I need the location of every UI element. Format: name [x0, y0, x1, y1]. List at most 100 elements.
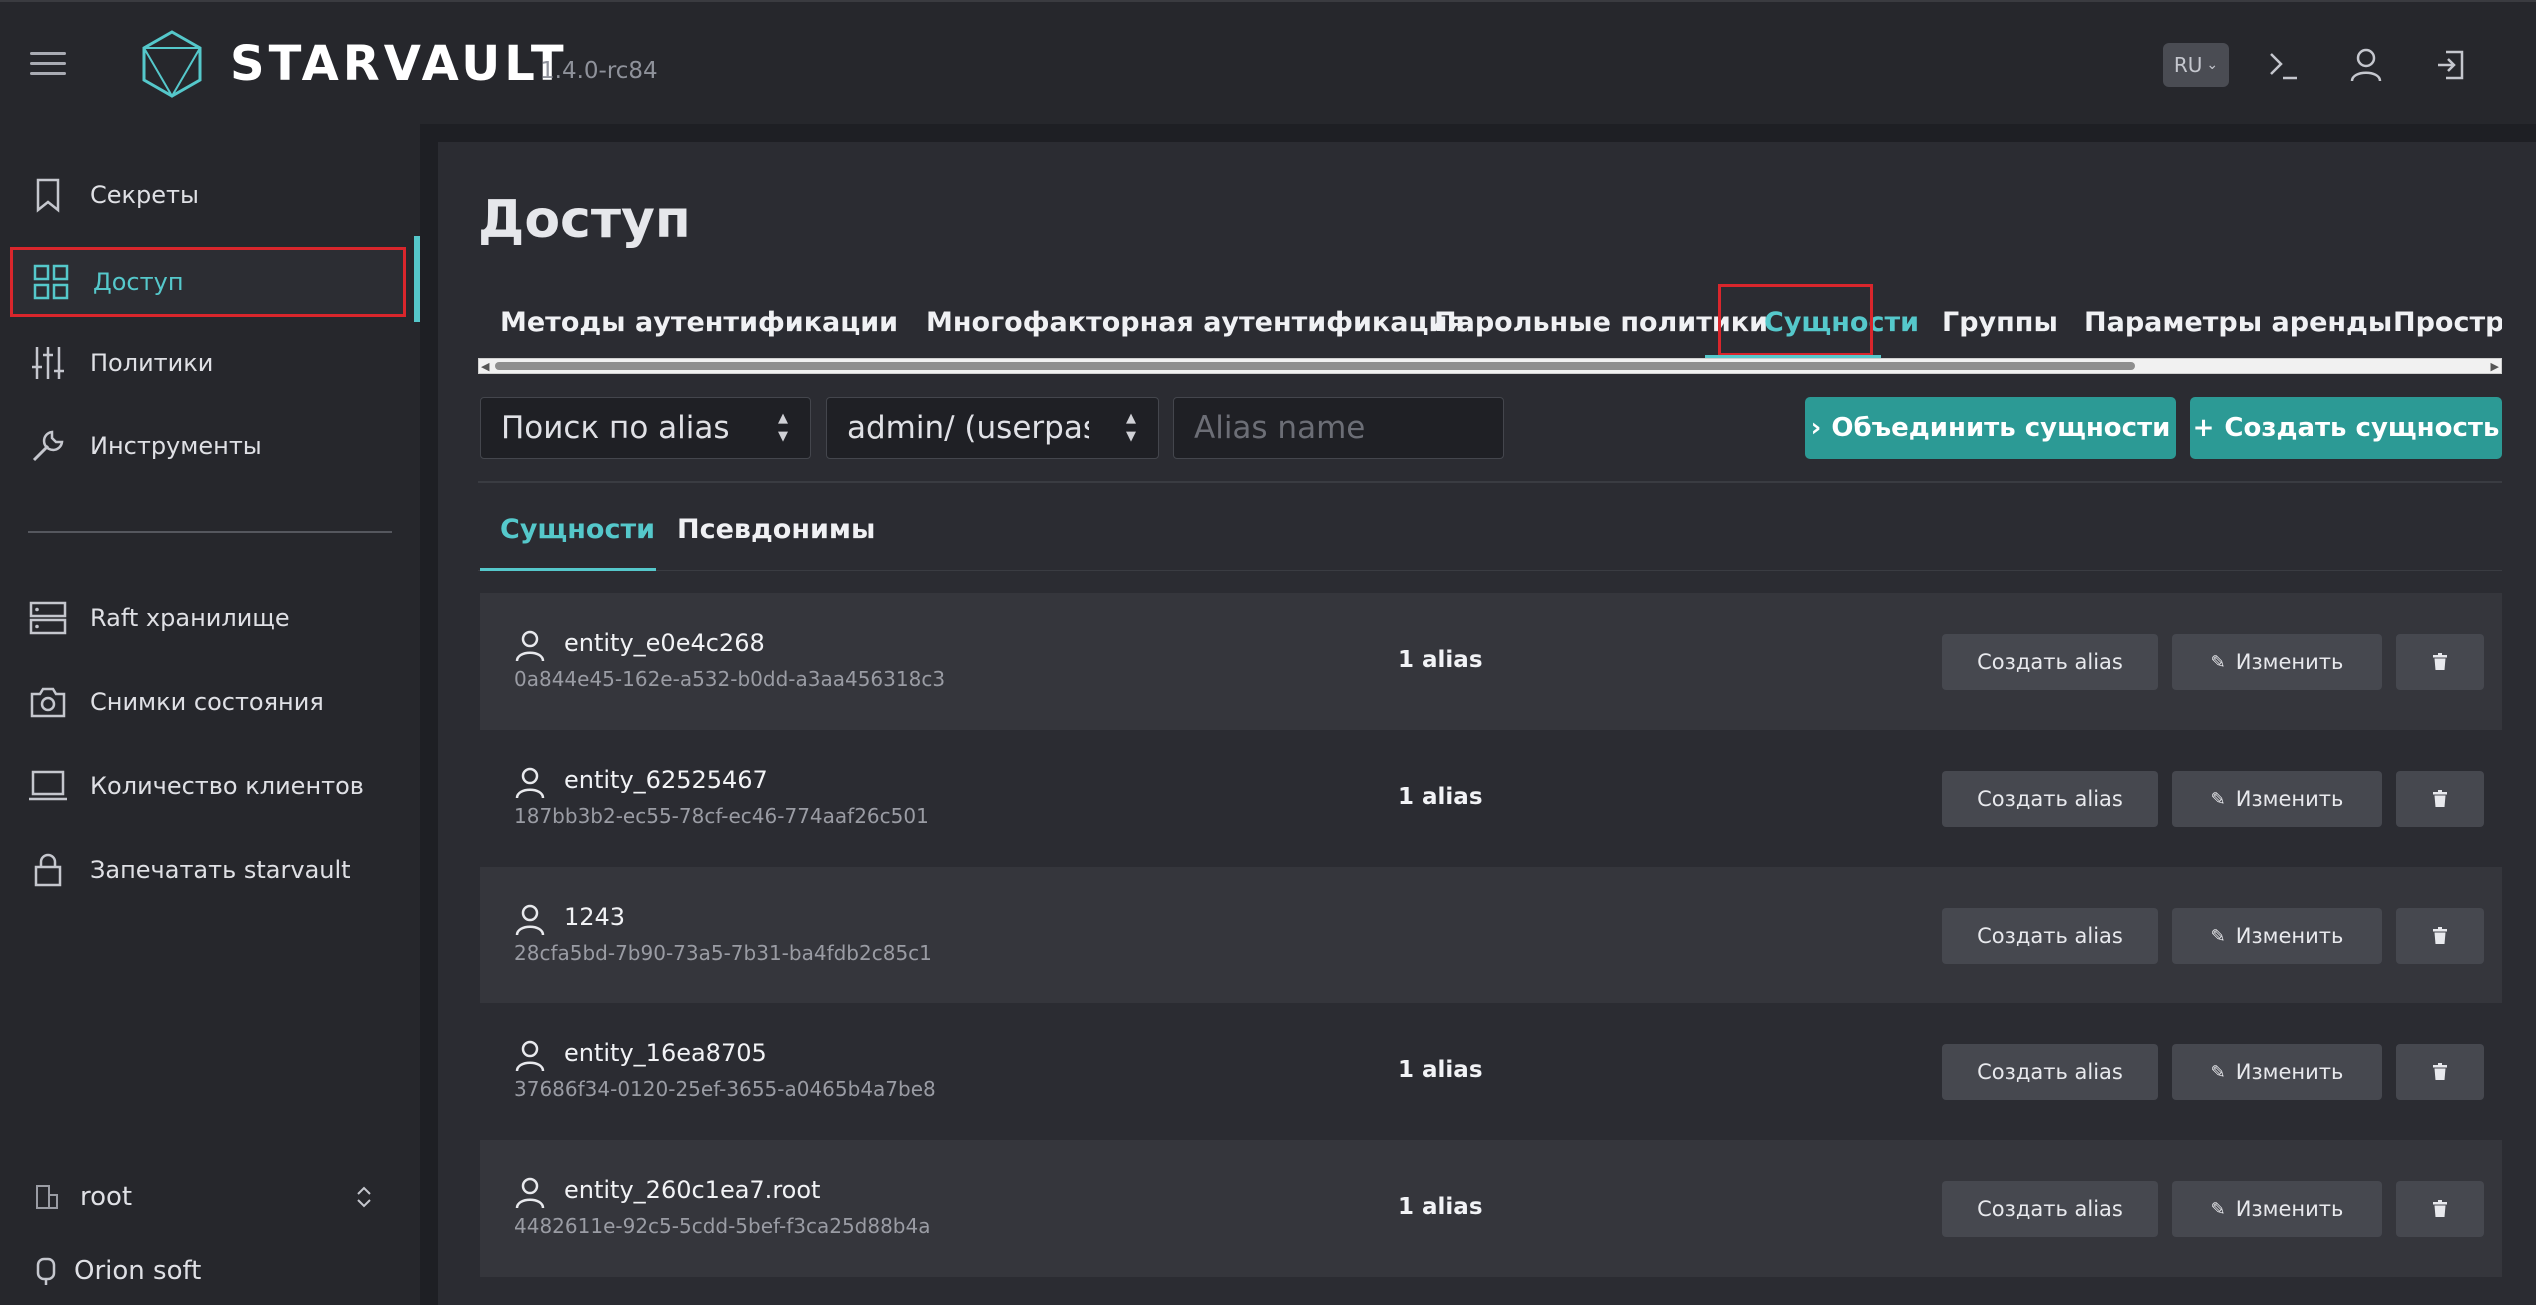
user-icon [515, 1040, 545, 1072]
create-alias-button[interactable]: Создать alias [1942, 1181, 2158, 1237]
table-row[interactable]: entity_62525467 187bb3b2-ec55-78cf-ec46-7… [480, 730, 2502, 867]
terminal-icon[interactable] [2265, 46, 2303, 84]
delete-button[interactable] [2396, 908, 2484, 964]
orion-logo-icon [36, 1257, 56, 1285]
logout-icon[interactable] [2432, 46, 2470, 84]
sidebar-divider [28, 531, 392, 533]
create-alias-label: Создать alias [1977, 924, 2123, 948]
entity-id: 4482611e-92c5-5cdd-5bef-f3ca25d88b4a [514, 1214, 931, 1238]
active-indicator [414, 236, 420, 322]
create-alias-label: Создать alias [1977, 1060, 2123, 1084]
scroll-left-icon[interactable]: ◀ [481, 360, 489, 373]
pencil-icon: ✎ [2210, 651, 2226, 673]
delete-button[interactable] [2396, 634, 2484, 690]
sidebar-item-tools[interactable]: Инструменты [10, 411, 406, 481]
edit-button[interactable]: ✎ Изменить [2172, 771, 2382, 827]
table-row[interactable]: 1243 28cfa5bd-7b90-73a5-7b31-ba4fdb2c85c1… [480, 867, 2502, 1004]
pencil-icon: ✎ [2210, 925, 2226, 947]
entity-id: 28cfa5bd-7b90-73a5-7b31-ba4fdb2c85c1 [514, 941, 932, 965]
subtab-entities[interactable]: Сущности [500, 514, 655, 545]
table-row[interactable]: entity_e0e4c268 0a844e45-162e-a532-b0dd-a… [480, 593, 2502, 730]
pencil-icon: ✎ [2210, 1061, 2226, 1083]
menu-icon[interactable] [30, 52, 66, 76]
wrench-icon [28, 426, 68, 466]
plus-icon: + [2192, 413, 2215, 443]
create-alias-button[interactable]: Создать alias [1942, 634, 2158, 690]
grid-icon [31, 262, 71, 302]
entity-name[interactable]: entity_e0e4c268 [564, 629, 765, 657]
entity-name[interactable]: entity_260c1ea7.root [564, 1176, 820, 1204]
tab-groups[interactable]: Группы [1942, 284, 2058, 360]
edit-button[interactable]: ✎ Изменить [2172, 1181, 2382, 1237]
sidebar-item-label: Количество клиентов [90, 772, 364, 800]
alias-count: 1 alias [1398, 1057, 1483, 1083]
alias-name-input[interactable] [1173, 397, 1504, 459]
entity-name[interactable]: entity_62525467 [564, 766, 768, 794]
create-alias-button[interactable]: Создать alias [1942, 1044, 2158, 1100]
tab-leases[interactable]: Параметры аренды [2084, 284, 2392, 360]
user-icon [515, 904, 545, 936]
subtab-aliases[interactable]: Псевдонимы [677, 514, 875, 545]
edit-label: Изменить [2235, 650, 2344, 674]
tab-mfa[interactable]: Многофакторная аутентификация [926, 284, 1465, 360]
create-entity-button[interactable]: + Создать сущность [2190, 397, 2502, 459]
table-row[interactable]: entity_260c1ea7.root 4482611e-92c5-5cdd-5… [480, 1140, 2502, 1277]
merge-entities-button[interactable]: › Объединить сущности [1805, 397, 2176, 459]
entity-name[interactable]: 1243 [564, 903, 625, 931]
edit-label: Изменить [2235, 1060, 2344, 1084]
user-icon[interactable] [2347, 46, 2385, 84]
company-label: Orion soft [74, 1256, 202, 1286]
alias-count: 1 alias [1398, 1194, 1483, 1220]
tabs-scrollbar[interactable]: ◀ ▶ [478, 358, 2502, 374]
tab-auth-methods[interactable]: Методы аутентификации [500, 284, 898, 360]
sidebar-item-raft[interactable]: Raft хранилище [10, 583, 406, 653]
sidebar-item-label: Доступ [93, 268, 184, 296]
edit-label: Изменить [2235, 924, 2344, 948]
tab-namespaces[interactable]: Пространст [2393, 284, 2502, 360]
brand-name: STARVAULT [230, 36, 568, 92]
table-row[interactable]: entity_16ea8705 37686f34-0120-25ef-3655-a… [480, 1003, 2502, 1140]
alias-count: 1 alias [1398, 784, 1483, 810]
search-type-value: Поиск по alias r [501, 410, 741, 446]
entity-id: 187bb3b2-ec55-78cf-ec46-774aaf26c501 [514, 804, 929, 828]
page-title: Доступ [478, 190, 691, 250]
tab-bar: Методы аутентификации Многофакторная аут… [478, 284, 2502, 364]
entity-name[interactable]: entity_16ea8705 [564, 1039, 767, 1067]
trash-icon [2433, 790, 2447, 807]
trash-icon [2433, 1200, 2447, 1217]
alias-count: 1 alias [1398, 647, 1483, 673]
subtab-active-underline [480, 568, 656, 571]
scrollbar-thumb[interactable] [495, 362, 2135, 370]
user-icon [515, 1177, 545, 1209]
language-label: RU [2173, 53, 2203, 77]
sidebar-item-label: Секреты [90, 181, 199, 209]
edit-button[interactable]: ✎ Изменить [2172, 908, 2382, 964]
chevron-up-down-icon [357, 1186, 371, 1208]
camera-icon [28, 682, 68, 722]
edit-button[interactable]: ✎ Изменить [2172, 1044, 2382, 1100]
company-footer: Orion soft [34, 1256, 201, 1286]
namespace-selector[interactable]: root [34, 1182, 374, 1212]
sidebar-item-seal[interactable]: Запечатать starvault [10, 835, 406, 905]
scroll-right-icon[interactable]: ▶ [2491, 360, 2499, 373]
create-alias-label: Создать alias [1977, 787, 2123, 811]
sidebar-item-access[interactable]: Доступ [10, 247, 406, 317]
sidebar-item-policies[interactable]: Политики [10, 328, 406, 398]
language-selector[interactable]: RU ⌄ [2163, 43, 2229, 87]
search-type-select[interactable]: Поиск по alias r ▲ ▼ [480, 397, 811, 459]
delete-button[interactable] [2396, 771, 2484, 827]
delete-button[interactable] [2396, 1044, 2484, 1100]
sidebar-item-snapshots[interactable]: Снимки состояния [10, 667, 406, 737]
mount-select[interactable]: admin/ (userpas ▲ ▼ [826, 397, 1159, 459]
sidebar-item-clients[interactable]: Количество клиентов [10, 751, 406, 821]
building-icon [36, 1185, 58, 1209]
laptop-icon [28, 766, 68, 806]
namespace-label: root [80, 1182, 133, 1212]
edit-button[interactable]: ✎ Изменить [2172, 634, 2382, 690]
delete-button[interactable] [2396, 1181, 2484, 1237]
sidebar-item-label: Запечатать starvault [90, 856, 351, 884]
create-alias-button[interactable]: Создать alias [1942, 771, 2158, 827]
sidebar-item-secrets[interactable]: Секреты [10, 160, 406, 230]
entity-id: 0a844e45-162e-a532-b0dd-a3aa456318c3 [514, 667, 946, 691]
create-alias-button[interactable]: Создать alias [1942, 908, 2158, 964]
